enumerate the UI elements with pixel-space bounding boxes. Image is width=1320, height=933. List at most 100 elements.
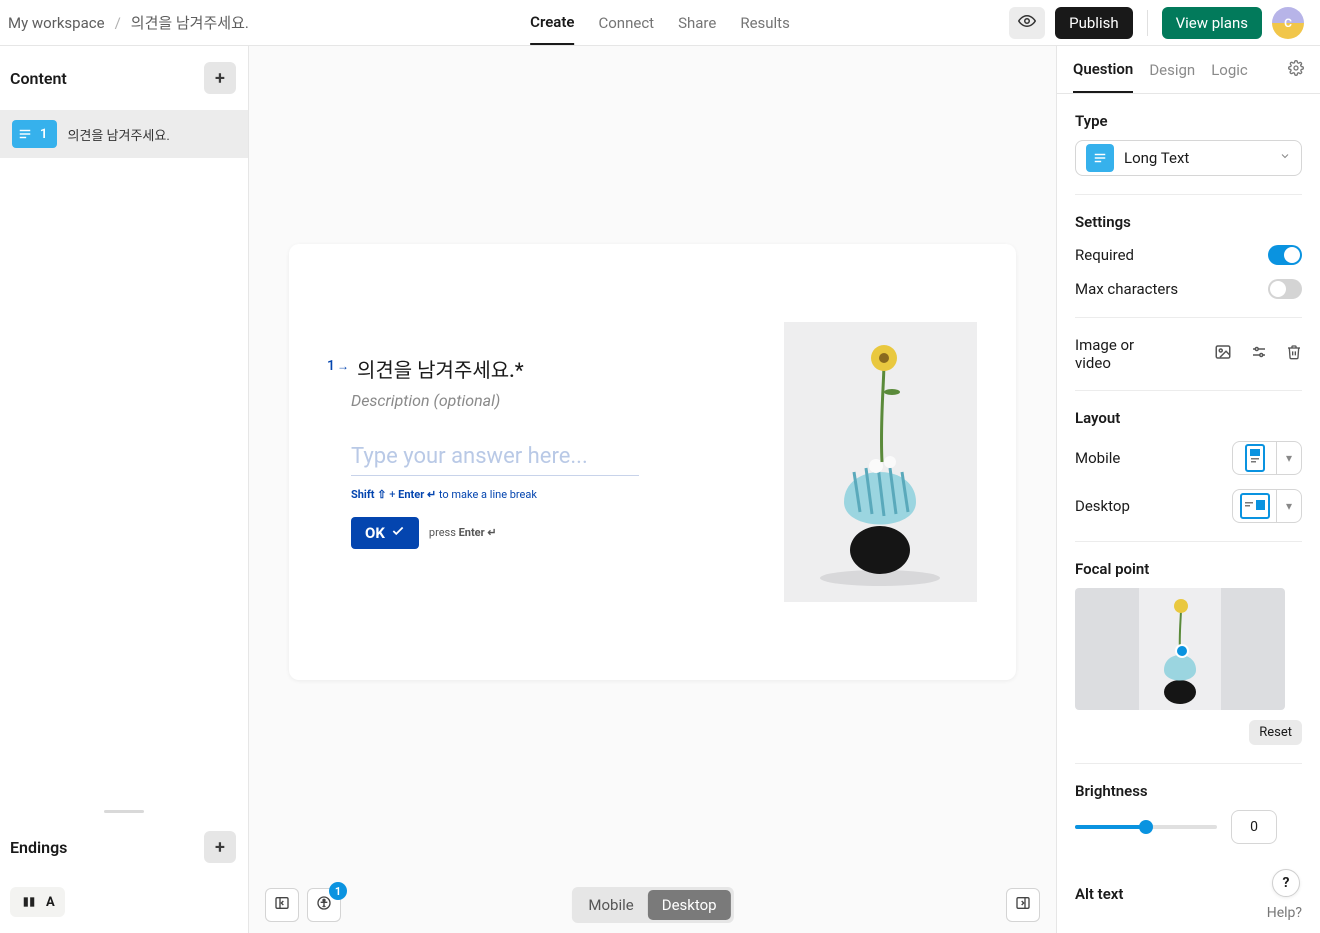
tab-create[interactable]: Create <box>530 0 574 45</box>
required-toggle[interactable] <box>1268 245 1302 265</box>
workspace-link[interactable]: My workspace <box>8 14 105 32</box>
brightness-label: Brightness <box>1075 782 1302 800</box>
focal-point-handle[interactable] <box>1175 644 1189 658</box>
layout-mobile-label: Mobile <box>1075 449 1120 467</box>
sidebar-resize-handle[interactable] <box>0 807 248 815</box>
device-mobile[interactable]: Mobile <box>574 890 647 920</box>
question-item-text: 의견을 남겨주세요. <box>67 125 169 144</box>
top-tabs: Create Connect Share Results <box>530 0 790 45</box>
alt-text-label: Alt text <box>1075 885 1123 903</box>
question-card: 1 → 의견을 남겨주세요.* Description (optional) T… <box>289 244 1016 680</box>
content-item[interactable]: 1 의견을 남겨주세요. <box>0 110 248 158</box>
layout-label: Layout <box>1075 409 1302 427</box>
panel-left-icon <box>274 895 290 915</box>
endings-header: Endings + <box>0 815 248 879</box>
view-plans-button[interactable]: View plans <box>1162 7 1262 39</box>
question-image[interactable] <box>784 322 977 602</box>
question-number: 1 <box>40 127 47 142</box>
arrow-right-icon: → <box>337 359 349 373</box>
question-chip: 1 <box>12 120 57 148</box>
form-title[interactable]: 의견을 남겨주세요. <box>131 12 249 33</box>
type-label: Type <box>1075 112 1302 130</box>
help-button[interactable]: ? <box>1272 869 1300 897</box>
maxchars-label: Max characters <box>1075 280 1178 298</box>
maxchars-toggle[interactable] <box>1268 279 1302 299</box>
tab-connect[interactable]: Connect <box>598 0 654 45</box>
ending-icon <box>20 893 38 911</box>
hint-shift: Shift ⇧ <box>351 488 386 501</box>
accessibility-icon <box>316 895 332 915</box>
right-panel-bottom: Alt text Help? ? <box>1057 869 1320 933</box>
left-sidebar: Content + 1 의견을 남겨주세요. End <box>0 46 249 933</box>
press-b: Enter ↵ <box>459 526 497 539</box>
question-number-text: 1 <box>327 358 335 374</box>
answer-input[interactable]: Type your answer here... <box>351 444 639 476</box>
right-panel-scroll[interactable]: Type Long Text Settings Required <box>1057 94 1320 869</box>
collapse-right-button[interactable] <box>1006 888 1040 922</box>
chevron-down-icon: ▾ <box>1277 451 1301 465</box>
panel-settings-button[interactable] <box>1288 60 1304 80</box>
settings-label: Settings <box>1075 213 1302 231</box>
ok-button[interactable]: OK <box>351 517 419 549</box>
help-link[interactable]: Help? <box>1267 905 1302 921</box>
content-header: Content + <box>0 46 248 110</box>
content-label: Content <box>10 69 67 88</box>
image-icon <box>1214 347 1232 365</box>
question-title-input[interactable]: 의견을 남겨주세요.* <box>357 354 524 383</box>
image-settings-button[interactable] <box>1250 343 1268 365</box>
tab-share[interactable]: Share <box>678 0 716 45</box>
press-a: press <box>429 526 459 539</box>
brightness-value[interactable]: 0 <box>1231 810 1277 844</box>
question-description-input[interactable]: Description (optional) <box>351 391 706 410</box>
add-ending-button[interactable]: + <box>204 831 236 863</box>
hint-rest: to make a line break <box>436 488 537 501</box>
gear-icon <box>1288 64 1304 80</box>
layout-desktop-label: Desktop <box>1075 497 1130 515</box>
tab-results[interactable]: Results <box>740 0 790 45</box>
preview-button[interactable] <box>1009 7 1045 39</box>
add-content-button[interactable]: + <box>204 62 236 94</box>
long-text-icon <box>18 127 32 141</box>
ending-letter: A <box>46 895 55 910</box>
top-right: Publish View plans C <box>1009 7 1304 39</box>
layout-desktop-select[interactable]: ▾ <box>1232 489 1302 523</box>
collapse-left-button[interactable] <box>265 888 299 922</box>
right-panel: Question Design Logic Type Long Te <box>1056 46 1320 933</box>
accessibility-badge: 1 <box>329 882 347 900</box>
delete-image-button[interactable] <box>1286 344 1302 364</box>
eye-icon <box>1018 12 1036 34</box>
sliders-icon <box>1250 347 1268 365</box>
trash-icon <box>1286 346 1302 364</box>
hint-enter: Enter ↵ <box>398 488 436 501</box>
content-list: 1 의견을 남겨주세요. <box>0 110 248 807</box>
tab-design[interactable]: Design <box>1149 46 1195 93</box>
publish-button[interactable]: Publish <box>1055 7 1132 39</box>
top-bar: My workspace / 의견을 남겨주세요. Create Connect… <box>0 0 1320 46</box>
right-panel-tabs: Question Design Logic <box>1057 46 1320 94</box>
chevron-down-icon <box>1279 150 1291 166</box>
plus-icon: + <box>215 68 225 89</box>
panel-right-icon <box>1015 895 1031 915</box>
endings-list: A <box>0 879 248 933</box>
linebreak-hint: Shift ⇧ + Enter ↵ to make a line break <box>351 488 706 501</box>
tab-logic[interactable]: Logic <box>1211 46 1248 93</box>
image-button[interactable] <box>1214 343 1232 365</box>
breadcrumb: My workspace / 의견을 남겨주세요. <box>8 12 249 33</box>
brightness-slider[interactable] <box>1075 825 1217 829</box>
focal-point-label: Focal point <box>1075 560 1302 578</box>
type-select[interactable]: Long Text <box>1075 140 1302 176</box>
question-row: 1 → 의견을 남겨주세요.* <box>327 354 706 383</box>
focal-point-picker[interactable] <box>1075 588 1285 710</box>
question-image-panel <box>744 244 1016 680</box>
question-mark-icon: ? <box>1283 875 1290 891</box>
tab-question[interactable]: Question <box>1073 46 1133 93</box>
required-label: Required <box>1075 246 1134 264</box>
focal-reset-button[interactable]: Reset <box>1249 720 1302 745</box>
ending-item[interactable]: A <box>10 887 65 917</box>
device-desktop[interactable]: Desktop <box>648 890 731 920</box>
question-number-label: 1 → <box>327 358 349 374</box>
plus-icon: + <box>215 837 225 858</box>
layout-mobile-select[interactable]: ▾ <box>1232 441 1302 475</box>
avatar[interactable]: C <box>1272 7 1304 39</box>
canvas: 1 → 의견을 남겨주세요.* Description (optional) T… <box>249 46 1056 933</box>
